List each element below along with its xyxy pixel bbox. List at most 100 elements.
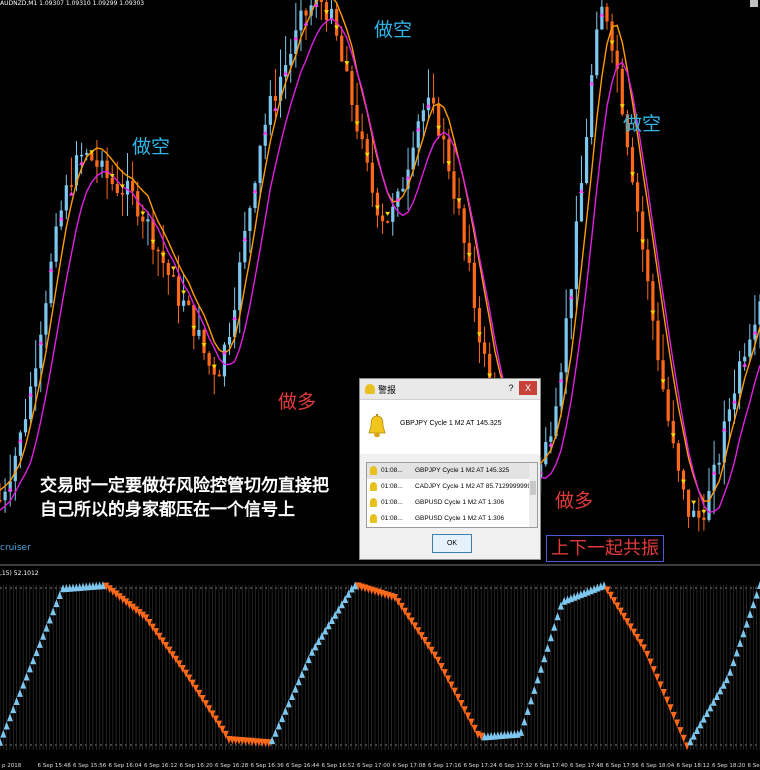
osc-arrow [664,696,671,705]
candle-body [13,455,17,482]
osc-arrow [302,662,309,671]
long-arrow [721,427,727,432]
list-item[interactable]: 01:08... CADJPY Cycle 1 M2 AT 85.7129999… [367,479,537,495]
candle-body [18,432,23,456]
long-arrow [283,71,289,76]
short-arrow [323,10,329,15]
alert-dialog[interactable]: 警报 ? X GBPJPY Cycle 1 M2 AT 145.325 01:0… [359,378,541,560]
long-arrow [711,470,717,475]
candle-body [697,510,701,518]
x-tick-label: 6 Sep 16:44 [286,763,320,769]
candle-body [686,489,691,517]
long-signal-label: 做多 [278,391,317,413]
x-tick-label: 6 Sep 16:04 [109,763,143,769]
candle-body [656,320,660,361]
short-signal-label: 做空 [374,19,413,41]
osc-arrow [0,737,3,746]
scrollbar-thumb[interactable] [530,481,536,495]
short-arrow [211,364,217,369]
osc-arrow [680,734,687,743]
candle-body [605,6,609,22]
candle-body [712,464,716,491]
osc-arrow [537,664,544,673]
long-arrow [752,330,758,335]
dialog-titlebar[interactable]: 警报 ? X [360,379,540,400]
candle-body [44,303,48,335]
short-arrow [476,332,482,337]
candle-body [564,318,568,373]
candle-body [222,344,227,377]
candle-body [748,339,752,357]
short-arrow [385,211,391,216]
osc-arrow [282,706,289,715]
x-tick-label: 6 Sep 17:24 [464,763,498,769]
osc-arrow [285,699,292,708]
list-scrollbar[interactable] [529,463,537,527]
osc-arrow [660,688,667,697]
candle-body [355,104,359,132]
candle-body [263,124,267,146]
osc-arrow [20,680,27,689]
long-arrow [599,12,605,17]
candle-body [136,191,140,217]
resonance-label: 上下一起共振 [546,535,664,562]
dialog-message-area: GBPJPY Cycle 1 M2 AT 145.325 [360,400,540,454]
osc-arrow [272,728,279,737]
candle-body [666,389,670,421]
bell-icon [370,514,377,523]
candle-body [192,304,196,336]
list-item[interactable]: 01:08... GBPJPY Cycle 1 M2 AT 145.325 [367,463,537,479]
osc-arrow [305,655,312,664]
candle-body [630,147,635,183]
candle-body [120,192,125,195]
ok-button[interactable]: OK [432,534,472,553]
candle-body [431,97,436,104]
osc-arrow [30,656,37,665]
x-tick-label: 6 Sep 16:36 [251,763,285,769]
candle-body [0,500,2,502]
short-arrow [701,509,707,514]
bell-icon [370,482,377,491]
close-button[interactable]: X [519,381,537,395]
long-arrow [262,130,268,135]
osc-arrow [541,654,548,663]
candle-body [268,96,272,125]
osc-arrow [723,675,730,684]
short-arrow [640,239,646,244]
osc-arrow [740,629,747,638]
osc-arrow [674,719,681,728]
short-arrow [140,211,146,216]
long-arrow [7,487,13,492]
candle-body [182,300,186,306]
osc-arrow [650,666,657,675]
candle-body [549,436,553,442]
x-tick-label: 6 Sep 17:40 [535,763,569,769]
candle-body [202,329,206,354]
candle-body [641,211,645,250]
osc-arrow [50,607,57,616]
candle-body [600,6,604,30]
short-arrow [680,479,686,484]
list-item[interactable]: 01:08... GBPUSD Cycle 1 M2 AT 1.306 [367,495,537,511]
window-control-button[interactable] [750,0,758,7]
list-item[interactable]: 01:08... GBPUSD Cycle 1 M2 AT 1.306 [367,511,537,527]
short-arrow [334,25,340,30]
osc-arrow [657,681,664,690]
candle-body [380,215,385,222]
candle-body [110,177,114,185]
short-arrow [191,325,197,330]
x-tick-label: 6 Sep 17:08 [393,763,427,769]
x-tick-label: 6 Sep 16:20 [180,763,214,769]
short-arrow [660,379,666,384]
help-button[interactable]: ? [504,382,518,395]
osc-arrow [747,609,754,618]
long-arrow [38,340,44,345]
candle-body [544,441,548,465]
candle-body [569,289,573,319]
osc-arrow [737,638,744,647]
x-tick-label: 6 Sep 15:56 [73,763,107,769]
osc-arrow [292,684,299,693]
candle-body [34,368,38,387]
alert-history-list[interactable]: 01:08... GBPJPY Cycle 1 M2 AT 145.325 01… [366,462,538,528]
candle-body [217,374,221,377]
